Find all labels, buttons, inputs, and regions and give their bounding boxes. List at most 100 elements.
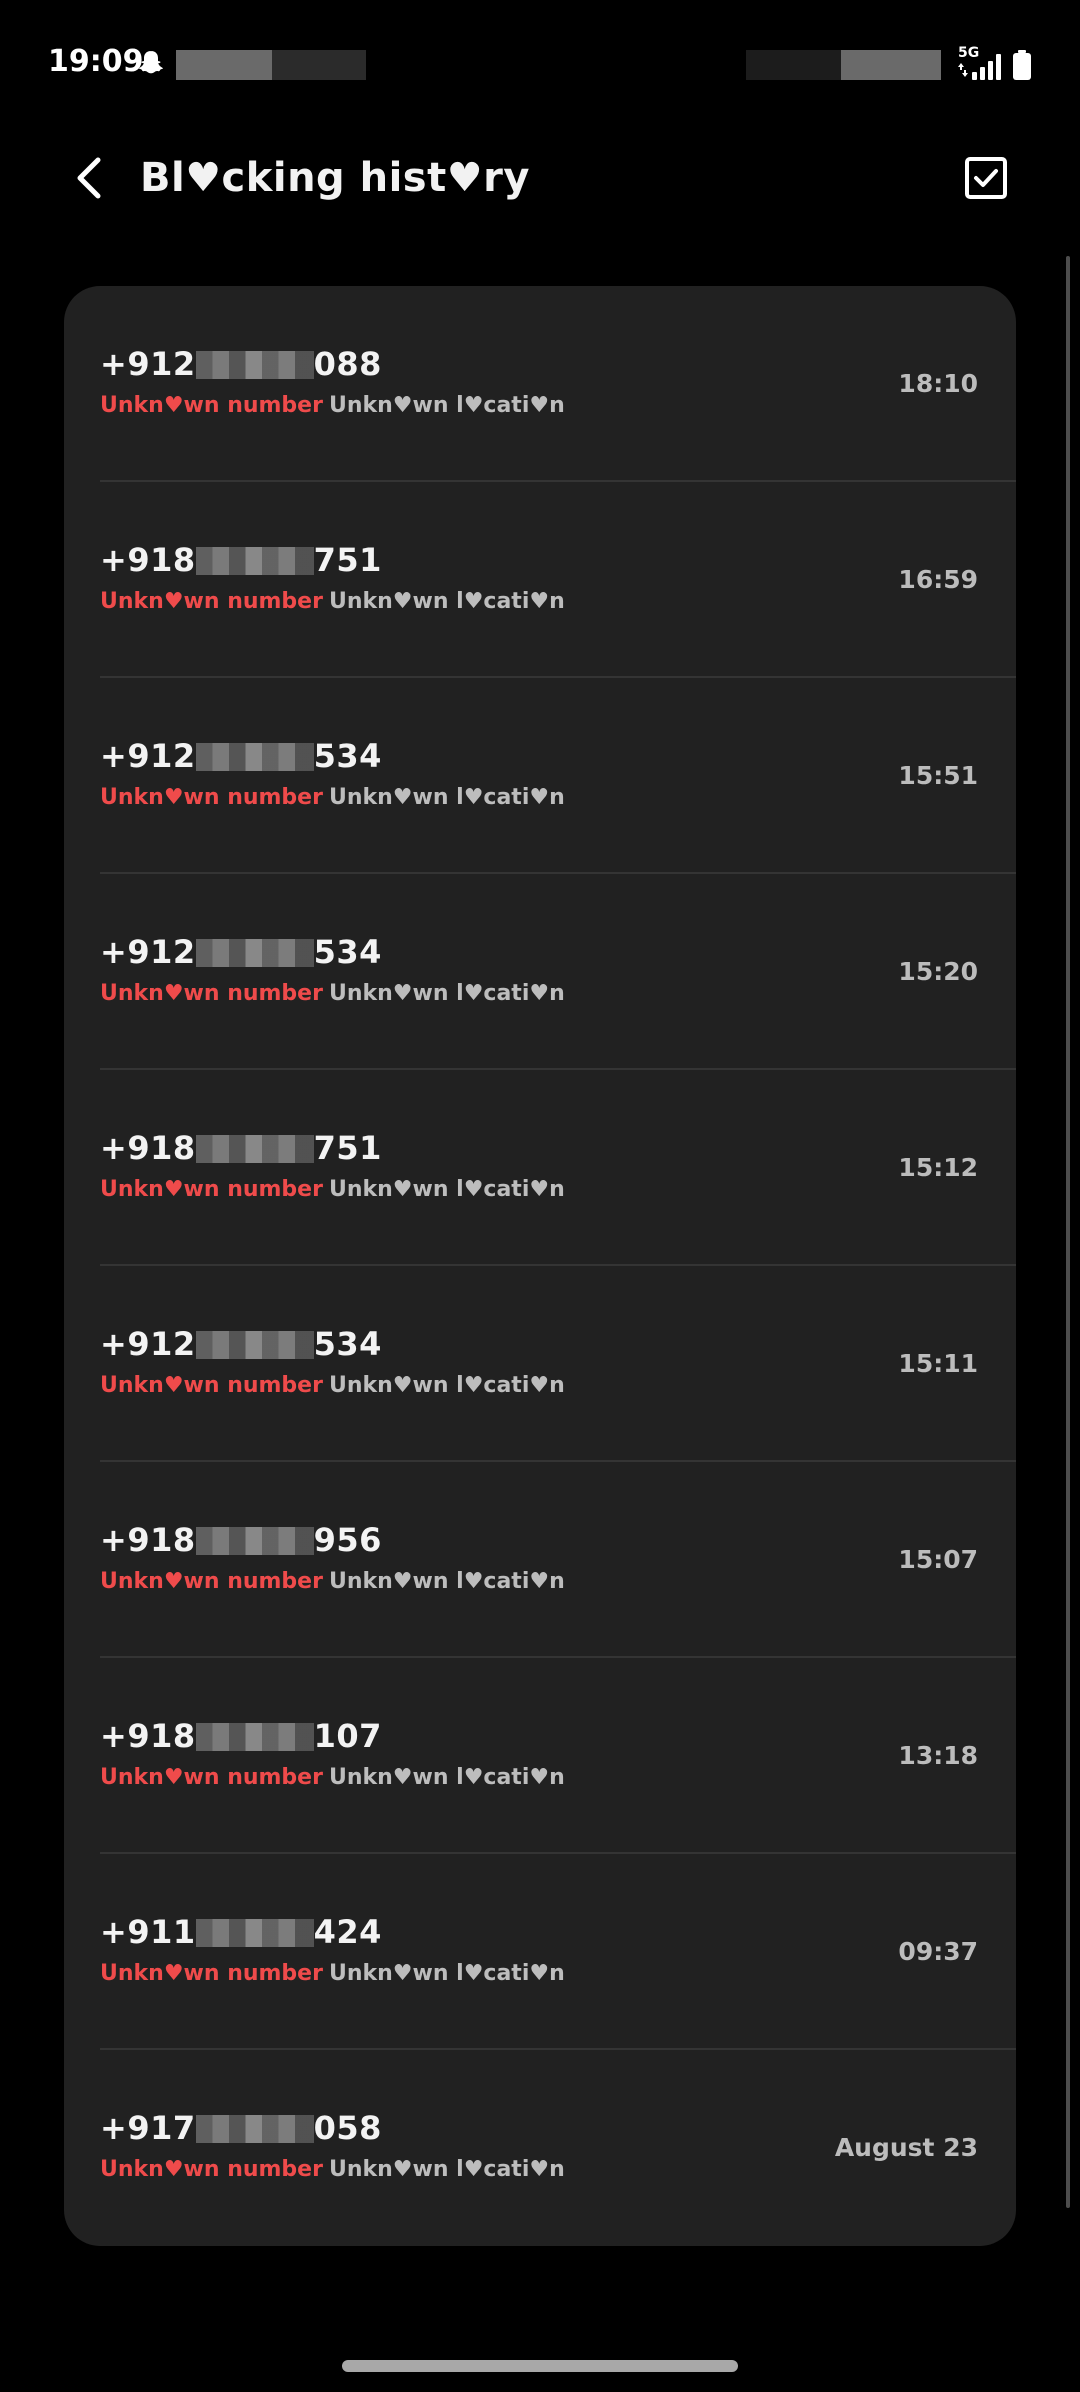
scrollbar[interactable] — [1066, 256, 1070, 2208]
redacted-notification — [272, 50, 366, 80]
battery-icon — [1013, 50, 1031, 80]
phone-suffix: 956 — [313, 1521, 382, 1559]
list-item[interactable]: +912 534 Unkn♥wn number Unkn♥wn l♥cati♥n 1… — [64, 1266, 1016, 1462]
masked-digits — [195, 547, 314, 575]
blocked-time: 15:07 — [898, 1545, 978, 1574]
redacted-notification — [176, 50, 272, 80]
redacted-status — [746, 50, 841, 80]
caller-location: Unkn♥wn l♥cati♥n — [328, 1177, 565, 1202]
blocked-time: 15:12 — [898, 1153, 978, 1182]
phone-prefix: +912 — [100, 345, 196, 383]
caller-location: Unkn♥wn l♥cati♥n — [328, 981, 565, 1006]
masked-digits — [195, 1331, 314, 1359]
masked-digits — [195, 939, 314, 967]
select-all-button[interactable] — [958, 150, 1014, 206]
status-time: 19:09 — [48, 44, 144, 79]
caller-location: Unkn♥wn l♥cati♥n — [328, 1961, 565, 1986]
list-item[interactable]: +911 424 Unkn♥wn number Unkn♥wn l♥cati♥n 0… — [64, 1854, 1016, 2050]
home-indicator[interactable] — [342, 2360, 738, 2372]
masked-digits — [195, 2115, 314, 2143]
number-status: Unkn♥wn number — [100, 1961, 323, 1986]
data-arrows-icon — [958, 63, 968, 77]
phone-number: +918 751 — [100, 540, 382, 580]
phone-number: +918 956 — [100, 1520, 382, 1560]
masked-digits — [195, 1919, 314, 1947]
blocked-time: 13:18 — [898, 1741, 978, 1770]
masked-digits — [195, 1135, 314, 1163]
caller-meta: Unkn♥wn number Unkn♥wn l♥cati♥n — [100, 1762, 565, 1794]
snapchat-icon — [139, 51, 163, 74]
number-status: Unkn♥wn number — [100, 1177, 323, 1202]
blocked-time: 09:37 — [898, 1937, 978, 1966]
redacted-status — [841, 50, 941, 80]
list-item[interactable]: +918 751 Unkn♥wn number Unkn♥wn l♥cati♥n 1… — [64, 1070, 1016, 1266]
number-status: Unkn♥wn number — [100, 1765, 323, 1790]
number-status: Unkn♥wn number — [100, 1569, 323, 1594]
phone-number: +912 088 — [100, 344, 382, 384]
back-button[interactable] — [64, 150, 112, 206]
phone-prefix: +911 — [100, 1913, 196, 1951]
phone-suffix: 534 — [313, 1325, 382, 1363]
phone-number: +917 058 — [100, 2108, 382, 2148]
caller-location: Unkn♥wn l♥cati♥n — [328, 1765, 565, 1790]
masked-digits — [195, 1527, 314, 1555]
number-status: Unkn♥wn number — [100, 393, 323, 418]
phone-suffix: 534 — [313, 737, 382, 775]
caller-meta: Unkn♥wn number Unkn♥wn l♥cati♥n — [100, 1566, 565, 1598]
caller-location: Unkn♥wn l♥cati♥n — [328, 393, 565, 418]
list-item[interactable]: +918 751 Unkn♥wn number Unkn♥wn l♥cati♥n 1… — [64, 482, 1016, 678]
blocked-time: August 23 — [834, 2133, 978, 2162]
number-status: Unkn♥wn number — [100, 589, 323, 614]
caller-meta: Unkn♥wn number Unkn♥wn l♥cati♥n — [100, 1174, 565, 1206]
phone-number: +912 534 — [100, 932, 382, 972]
caller-meta: Unkn♥wn number Unkn♥wn l♥cati♥n — [100, 586, 565, 618]
phone-prefix: +912 — [100, 933, 196, 971]
phone-suffix: 107 — [313, 1717, 382, 1755]
caller-meta: Unkn♥wn number Unkn♥wn l♥cati♥n — [100, 1370, 565, 1402]
blocked-time: 15:11 — [898, 1349, 978, 1378]
masked-digits — [195, 1723, 314, 1751]
caller-meta: Unkn♥wn number Unkn♥wn l♥cati♥n — [100, 2154, 565, 2186]
phone-prefix: +918 — [100, 541, 196, 579]
chevron-left-icon — [77, 157, 101, 199]
list-item[interactable]: +912 088 Unkn♥wn number Unkn♥wn l♥cati♥n 1… — [64, 286, 1016, 482]
phone-prefix: +912 — [100, 1325, 196, 1363]
blocked-time: 15:20 — [898, 957, 978, 986]
list-item[interactable]: +917 058 Unkn♥wn number Unkn♥wn l♥cati♥n A… — [64, 2050, 1016, 2246]
list-item[interactable]: +912 534 Unkn♥wn number Unkn♥wn l♥cati♥n 1… — [64, 874, 1016, 1070]
number-status: Unkn♥wn number — [100, 1373, 323, 1398]
phone-number: +912 534 — [100, 1324, 382, 1364]
phone-number: +912 534 — [100, 736, 382, 776]
number-status: Unkn♥wn number — [100, 785, 323, 810]
caller-location: Unkn♥wn l♥cati♥n — [328, 1373, 565, 1398]
phone-prefix: +918 — [100, 1129, 196, 1167]
caller-meta: Unkn♥wn number Unkn♥wn l♥cati♥n — [100, 978, 565, 1010]
caller-location: Unkn♥wn l♥cati♥n — [328, 1569, 565, 1594]
number-status: Unkn♥wn number — [100, 981, 323, 1006]
caller-meta: Unkn♥wn number Unkn♥wn l♥cati♥n — [100, 1958, 565, 1990]
list-item[interactable]: +918 956 Unkn♥wn number Unkn♥wn l♥cati♥n 1… — [64, 1462, 1016, 1658]
phone-prefix: +918 — [100, 1521, 196, 1559]
signal-icon — [972, 54, 1001, 80]
list-item[interactable]: +918 107 Unkn♥wn number Unkn♥wn l♥cati♥n 1… — [64, 1658, 1016, 1854]
caller-meta: Unkn♥wn number Unkn♥wn l♥cati♥n — [100, 782, 565, 814]
blocked-time: 16:59 — [898, 565, 978, 594]
status-bar: 19:09 5G — [0, 0, 1080, 120]
phone-prefix: +912 — [100, 737, 196, 775]
masked-digits — [195, 351, 314, 379]
caller-meta: Unkn♥wn number Unkn♥wn l♥cati♥n — [100, 390, 565, 422]
blocking-history-list: +912 088 Unkn♥wn number Unkn♥wn l♥cati♥n 1… — [64, 286, 1016, 2246]
phone-prefix: +918 — [100, 1717, 196, 1755]
phone-suffix: 534 — [313, 933, 382, 971]
caller-location: Unkn♥wn l♥cati♥n — [328, 589, 565, 614]
phone-suffix: 088 — [313, 345, 382, 383]
caller-location: Unkn♥wn l♥cati♥n — [328, 2157, 565, 2182]
masked-digits — [195, 743, 314, 771]
blocked-time: 15:51 — [898, 761, 978, 790]
caller-location: Unkn♥wn l♥cati♥n — [328, 785, 565, 810]
phone-suffix: 751 — [313, 1129, 382, 1167]
phone-number: +918 751 — [100, 1128, 382, 1168]
checkbox-icon — [965, 157, 1007, 199]
phone-number: +911 424 — [100, 1912, 382, 1952]
list-item[interactable]: +912 534 Unkn♥wn number Unkn♥wn l♥cati♥n 1… — [64, 678, 1016, 874]
